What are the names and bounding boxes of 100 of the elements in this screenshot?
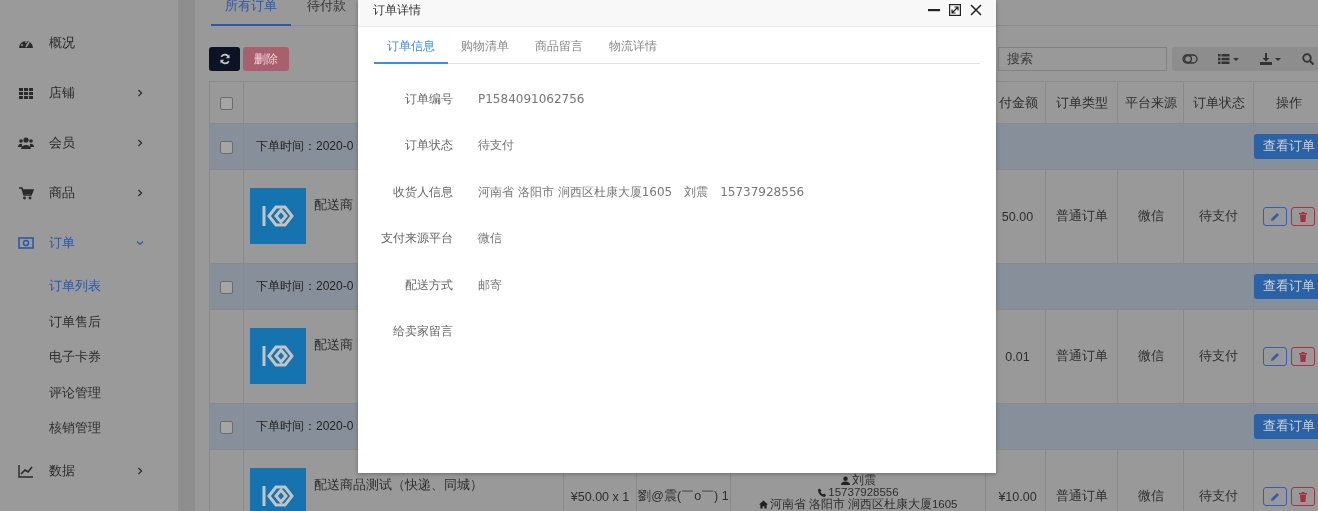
order-time: 下单时间：2020-0: [256, 139, 354, 153]
close-icon: [970, 4, 982, 16]
banknote-icon: [18, 235, 34, 251]
trash-icon: [1297, 491, 1308, 502]
phone-icon: [817, 487, 827, 497]
list-icon: [1218, 53, 1240, 64]
checkbox[interactable]: [220, 96, 233, 110]
checkbox[interactable]: [220, 420, 233, 434]
receiver-phone: 15737928556: [828, 486, 899, 498]
platform-source: 微信: [1137, 489, 1164, 503]
column-header: 订单状态: [1192, 94, 1245, 110]
chevron-icon: [136, 466, 144, 475]
delete-row-button[interactable]: [1290, 487, 1315, 506]
grid-icon: [18, 85, 34, 101]
field-value: 河南省 洛阳市 涧西区杜康大厦1605 刘震 15737928556: [478, 183, 805, 201]
checkbox[interactable]: [220, 140, 233, 154]
dialog-title: 订单详情: [373, 1, 421, 19]
sidebar-item[interactable]: 数据: [0, 445, 178, 496]
view-order-button[interactable]: 查看订单: [1254, 274, 1318, 299]
order-status: 待支付: [1199, 209, 1238, 223]
field-label: 配送方式: [404, 276, 453, 294]
buyer-name: 劉@震(￣o￣) 1: [638, 489, 729, 503]
users-icon: [18, 135, 34, 151]
paid-amount: ¥10.00: [998, 489, 1037, 504]
field-value: 微信: [478, 230, 502, 248]
home-icon: [758, 499, 768, 509]
sidebar-item[interactable]: 订单: [0, 218, 178, 268]
order-type: 普通订单: [1055, 349, 1108, 363]
user-icon: [840, 475, 850, 485]
view-order-button[interactable]: 查看订单: [1254, 414, 1318, 439]
refresh-button[interactable]: [209, 46, 240, 71]
dialog-tab[interactable]: 订单信息: [374, 38, 448, 64]
order-time: 下单时间：2020-0: [256, 279, 354, 293]
receiver-address: 河南省 洛阳市 涧西区杜康大厦1605: [769, 498, 958, 510]
product-name: 配送商: [314, 197, 353, 214]
sidebar-item[interactable]: 店铺: [0, 68, 178, 118]
chevron-icon: [136, 239, 144, 247]
order-tab[interactable]: 所有订单: [211, 0, 291, 26]
submenu-item[interactable]: 订单售后: [0, 303, 178, 340]
submenu-item[interactable]: 电子卡券: [0, 339, 178, 375]
field-value: 待支付: [478, 137, 514, 155]
trash-icon: [1297, 351, 1308, 362]
cart-icon: [18, 185, 34, 201]
dialog-tab[interactable]: 商品留言: [522, 38, 596, 63]
field-label: 订单编号: [404, 90, 453, 108]
column-header: 操作: [1275, 94, 1302, 110]
platform-source: 微信: [1137, 209, 1164, 223]
sidebar-item[interactable]: 商品: [0, 168, 178, 218]
order-type: 普通订单: [1055, 209, 1108, 223]
trash-icon: [1297, 211, 1308, 222]
product-name: 配送商: [314, 337, 353, 354]
maximize-button[interactable]: [949, 4, 961, 16]
dialog-tab[interactable]: 物流详情: [596, 38, 670, 63]
chevron-icon: [136, 139, 144, 147]
search-icon: [1302, 52, 1314, 65]
paid-amount: 50.00: [1001, 209, 1034, 224]
column-header: 平台来源: [1124, 94, 1177, 110]
toggle-icon: [1182, 53, 1198, 64]
column-header: 付金额: [999, 94, 1038, 110]
delete-row-button[interactable]: [1290, 347, 1315, 366]
paid-amount: 0.01: [1005, 349, 1030, 364]
dialog-tab[interactable]: 购物清单: [448, 38, 522, 63]
line-chart-icon: [18, 462, 34, 479]
checkbox[interactable]: [220, 280, 233, 294]
search-field[interactable]: 搜索: [998, 46, 1167, 71]
submenu-item[interactable]: 评论管理: [0, 374, 178, 411]
pencil-icon: [1269, 351, 1280, 362]
product-price: ¥50.00 x 1: [570, 489, 630, 504]
sidebar-item[interactable]: 概况: [0, 18, 178, 68]
field-label: 订单状态: [404, 137, 453, 155]
field-label: 给卖家留言: [392, 323, 453, 341]
column-header: 订单类型: [1055, 94, 1108, 110]
chevron-icon: [136, 189, 144, 197]
order-status: 待支付: [1199, 349, 1238, 363]
close-button[interactable]: [970, 4, 982, 16]
product-logo-image: [250, 328, 306, 384]
edit-button[interactable]: [1262, 207, 1287, 226]
edit-button[interactable]: [1262, 487, 1287, 506]
product-name: 配送商品测试（快递、同城）: [314, 477, 483, 494]
field-label: 支付来源平台: [380, 230, 453, 248]
order-tab[interactable]: 待付款: [293, 0, 360, 25]
platform-source: 微信: [1137, 349, 1164, 363]
product-logo-image: [250, 188, 306, 244]
pencil-icon: [1269, 491, 1280, 502]
refresh-icon: [218, 52, 231, 65]
sidebar-item[interactable]: 会员: [0, 118, 178, 168]
receiver-name: 刘震: [851, 474, 876, 486]
order-time: 下单时间：2020-0: [256, 419, 354, 433]
submenu-item[interactable]: 核销管理: [0, 410, 178, 446]
product-logo-image: [250, 468, 306, 511]
chevron-icon: [136, 89, 144, 97]
maximize-icon: [949, 4, 961, 16]
edit-button[interactable]: [1262, 347, 1287, 366]
submenu-item[interactable]: 订单列表: [0, 268, 178, 304]
view-order-button[interactable]: 查看订单: [1254, 134, 1318, 159]
pencil-icon: [1269, 211, 1280, 222]
field-label: 收货人信息: [392, 183, 453, 201]
download-icon: [1260, 52, 1282, 65]
delete-row-button[interactable]: [1290, 207, 1315, 226]
order-status: 待支付: [1199, 489, 1238, 503]
